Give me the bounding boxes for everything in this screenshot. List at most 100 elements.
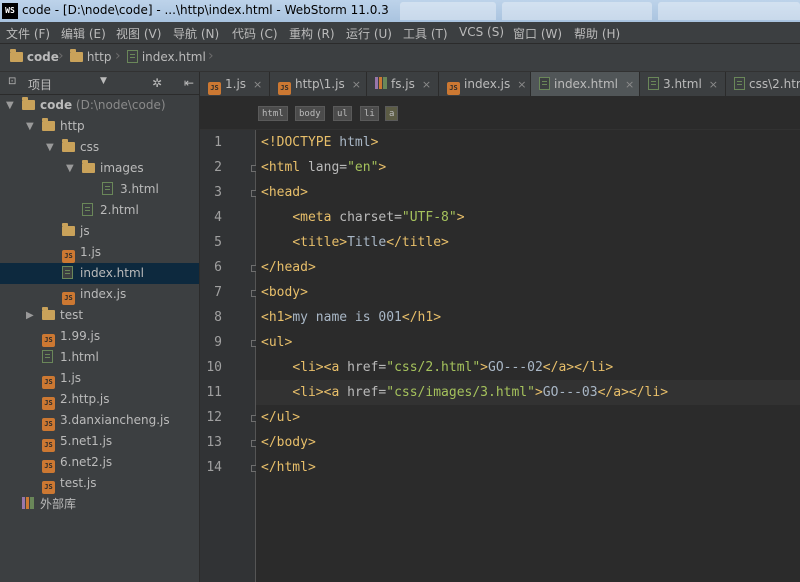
js-file-icon: JS	[42, 431, 55, 452]
breadcrumb-index-html[interactable]: index.html	[127, 50, 206, 64]
close-icon[interactable]: ×	[253, 78, 262, 91]
tree-item[interactable]: ▼ css	[0, 137, 199, 158]
tag-crumb-a[interactable]: a	[385, 106, 399, 121]
tree-item[interactable]: JS 2.http.js	[0, 389, 199, 410]
code-line: <h1>my name is 001</h1>	[261, 310, 442, 325]
collapse-icon[interactable]: ⇤	[184, 76, 194, 90]
code-line: <!DOCTYPE html>	[261, 135, 379, 150]
tab-label: 1.js	[225, 77, 247, 91]
folder-icon	[70, 49, 83, 62]
html-file-icon	[62, 263, 73, 284]
line-number: 13	[206, 435, 222, 450]
tree-item[interactable]: JS test.js	[0, 473, 199, 494]
tree-item-label: 3.html	[120, 182, 159, 196]
code-line: <meta charset="UTF-8">	[292, 210, 465, 225]
menu-edit[interactable]: 编辑 (E)	[61, 25, 106, 42]
editor-tab[interactable]: JS index.js ×	[439, 72, 531, 96]
editor-tab[interactable]: fs.js ×	[367, 72, 439, 96]
tree-item[interactable]: JS 1.js	[0, 242, 199, 263]
tree-item-label: test	[60, 308, 84, 322]
project-panel-label[interactable]: 项目	[28, 76, 52, 93]
folder-icon	[10, 49, 23, 62]
menu-refactor[interactable]: 重构 (R)	[289, 25, 335, 42]
expand-arrow-icon[interactable]: ▼	[26, 116, 34, 137]
menu-file[interactable]: 文件 (F)	[6, 25, 50, 42]
tree-item[interactable]: 3.html	[0, 179, 199, 200]
menu-code[interactable]: 代码 (C)	[232, 25, 278, 42]
tree-item-label: 2.html	[100, 203, 139, 217]
chevron-down-icon[interactable]: ▼	[100, 76, 107, 86]
tree-item[interactable]: ▼ images	[0, 158, 199, 179]
tree-item[interactable]: js	[0, 221, 199, 242]
menu-navigate[interactable]: 导航 (N)	[173, 25, 219, 42]
tag-crumb-body[interactable]: body	[295, 106, 325, 121]
code-line: <head>	[261, 185, 308, 200]
editor-gutter[interactable]: 1 2 3 4 5 6 7 8 9 10 11 12 13 14	[200, 130, 258, 582]
expand-arrow-icon[interactable]: ▼	[6, 95, 14, 116]
tree-item-label: 1.html	[60, 350, 99, 364]
close-icon[interactable]: ×	[625, 78, 634, 91]
tree-item[interactable]: ▼ http	[0, 116, 199, 137]
close-icon[interactable]: ×	[422, 78, 431, 91]
menu-vcs[interactable]: VCS (S)	[459, 25, 504, 39]
tree-item[interactable]: JS 5.net1.js	[0, 431, 199, 452]
tag-breadcrumb-bar: html body ul li a	[200, 97, 800, 130]
expand-arrow-icon[interactable]: ▼	[46, 137, 54, 158]
tree-item[interactable]: ▶ test	[0, 305, 199, 326]
tree-item[interactable]: JS index.js	[0, 284, 199, 305]
editor-tab[interactable]: JS 1.js ×	[200, 72, 270, 96]
js-file-icon: JS	[278, 82, 291, 95]
tag-crumb-html[interactable]: html	[258, 106, 288, 121]
tree-item[interactable]: JS 3.danxiancheng.js	[0, 410, 199, 431]
tree-item[interactable]: ▼ code (D:\node\code)	[0, 95, 199, 116]
tree-item[interactable]: JS 1.99.js	[0, 326, 199, 347]
window-titlebar: WS code - [D:\node\code] - ...\http\inde…	[0, 0, 800, 22]
menu-run[interactable]: 运行 (U)	[346, 25, 392, 42]
tree-item[interactable]: 外部库	[0, 494, 199, 515]
close-icon[interactable]: ×	[517, 78, 526, 91]
tree-item[interactable]: index.html	[0, 263, 199, 284]
code-line: <ul>	[261, 335, 293, 350]
js-file-icon: JS	[62, 242, 75, 263]
tree-item-label: js	[80, 224, 90, 238]
folder-icon	[42, 305, 55, 326]
menu-window[interactable]: 窗口 (W)	[513, 25, 562, 42]
tree-item-label: 5.net1.js	[60, 434, 113, 448]
code-editor[interactable]: <!DOCTYPE html> <html lang="en"> <head> <m…	[256, 130, 800, 582]
editor-tab[interactable]: JS http\1.js ×	[270, 72, 367, 96]
editor-tab[interactable]: css\2.htm	[726, 72, 800, 96]
tag-crumb-ul[interactable]: ul	[333, 106, 352, 121]
breadcrumb-http[interactable]: http	[70, 49, 111, 64]
window-title: code - [D:\node\code] - ...\http\index.h…	[22, 3, 389, 17]
tree-item-label: index.js	[80, 287, 127, 301]
tag-crumb-li[interactable]: li	[360, 106, 379, 121]
tree-item-label: 外部库	[40, 497, 77, 511]
breadcrumb-code[interactable]: code	[10, 49, 59, 64]
code-line: </html>	[261, 460, 316, 475]
html-file-icon	[102, 179, 113, 200]
tree-item[interactable]: JS 1.js	[0, 368, 199, 389]
close-icon[interactable]: ×	[352, 78, 361, 91]
collapse-arrow-icon[interactable]: ▶	[26, 305, 34, 326]
editor-tab[interactable]: 3.html ×	[640, 72, 726, 96]
menu-view[interactable]: 视图 (V)	[116, 25, 161, 42]
taskbar-ghost-tab	[502, 2, 652, 20]
menu-tools[interactable]: 工具 (T)	[403, 25, 448, 42]
editor-tab[interactable]: index.html ×	[531, 72, 640, 96]
folder-icon	[62, 137, 75, 158]
tree-item[interactable]: JS 6.net2.js	[0, 452, 199, 473]
js-file-icon: JS	[42, 410, 55, 431]
tree-item-label: images	[100, 161, 144, 175]
html-file-icon	[734, 77, 745, 90]
gear-icon[interactable]: ✲	[152, 76, 162, 90]
tree-item[interactable]: 2.html	[0, 200, 199, 221]
js-file-icon: JS	[62, 284, 75, 305]
close-icon[interactable]: ×	[709, 78, 718, 91]
js-file-icon: JS	[208, 82, 221, 95]
folder-icon	[22, 95, 35, 116]
expand-arrow-icon[interactable]: ▼	[66, 158, 74, 179]
html-file-icon	[539, 77, 550, 90]
menu-help[interactable]: 帮助 (H)	[574, 25, 620, 42]
tree-item[interactable]: 1.html	[0, 347, 199, 368]
code-line: </body>	[261, 435, 316, 450]
